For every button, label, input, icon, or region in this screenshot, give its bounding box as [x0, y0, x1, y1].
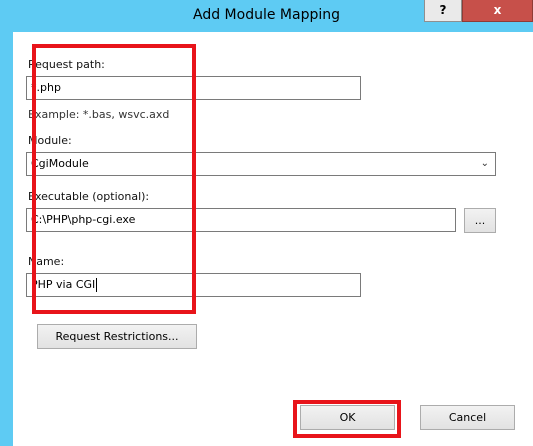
- request-path-input[interactable]: *.php: [26, 76, 361, 100]
- chevron-down-icon[interactable]: ⌄: [481, 153, 489, 175]
- name-input[interactable]: PHP via CGI: [26, 273, 361, 297]
- close-button[interactable]: x: [462, 0, 533, 22]
- module-select[interactable]: CgiModule ⌄: [26, 152, 496, 176]
- ok-button[interactable]: OK: [300, 405, 395, 430]
- window-frame-left: [0, 0, 13, 446]
- title-bar: Add Module Mapping ? x: [0, 0, 533, 32]
- browse-button[interactable]: ...: [464, 208, 496, 233]
- cancel-button[interactable]: Cancel: [420, 405, 515, 430]
- module-label: Module:: [28, 134, 72, 147]
- request-path-example: Example: *.bas, wsvc.axd: [28, 108, 170, 121]
- dialog-content: Request path: *.php Example: *.bas, wsvc…: [13, 32, 533, 446]
- module-select-value: CgiModule: [31, 157, 89, 170]
- text-caret: [96, 278, 98, 292]
- help-button[interactable]: ?: [424, 0, 462, 22]
- request-path-label: Request path:: [28, 58, 105, 71]
- executable-label: Executable (optional):: [28, 190, 150, 203]
- executable-input[interactable]: C:\PHP\php-cgi.exe: [26, 208, 456, 232]
- name-label: Name:: [28, 255, 65, 268]
- name-input-value: PHP via CGI: [31, 278, 96, 291]
- request-restrictions-button[interactable]: Request Restrictions...: [37, 324, 197, 349]
